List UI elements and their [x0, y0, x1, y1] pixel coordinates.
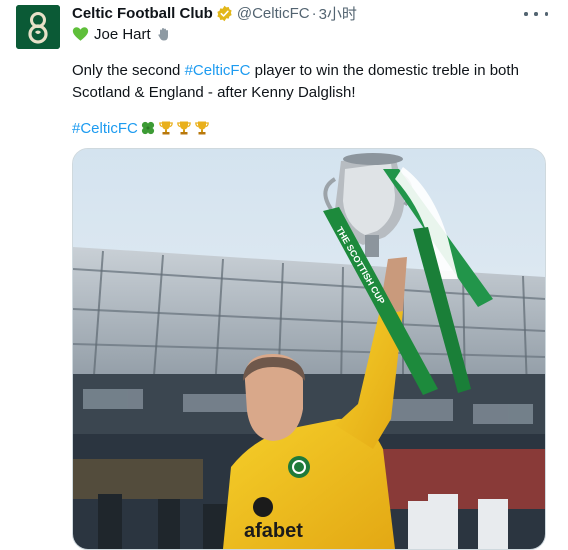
- body-line1-rest: player to win the domestic treble in bot…: [250, 62, 519, 79]
- tweet-header: Celtic Football Club @CelticFC · 3小时: [72, 3, 357, 23]
- trophy-icon-2: [177, 121, 191, 135]
- four-leaf-clover-icon: [141, 121, 154, 135]
- separator-dot: ·: [311, 4, 317, 22]
- sponsor-text: afabet: [244, 520, 303, 542]
- tweet-body: Only the second #CelticFC player to win …: [72, 60, 542, 104]
- hashtag-link-2[interactable]: #CelticFC: [72, 120, 138, 137]
- trophy-icon-1: [159, 121, 173, 135]
- body-prefix: Only the second: [72, 62, 185, 79]
- hashtag-link[interactable]: #CelticFC: [185, 62, 251, 79]
- tweet-card[interactable]: Celtic Football Club @CelticFC · 3小时 Joe…: [0, 0, 568, 550]
- tweet-photo[interactable]: afabet THE SCOTTISH CUP: [72, 148, 546, 550]
- more-icon[interactable]: [524, 6, 548, 22]
- trophy-icon-3: [195, 121, 209, 135]
- verified-badge-icon: [217, 5, 232, 21]
- green-heart-icon: [72, 27, 89, 41]
- subline-text: Joe Hart: [94, 25, 151, 43]
- body-line2: Scotland & England - after Kenny Dalglis…: [72, 84, 356, 101]
- tag-line: #CelticFC: [72, 117, 210, 139]
- celtic-crest-icon: [16, 5, 60, 49]
- photo-illustration: afabet THE SCOTTISH CUP: [73, 149, 545, 549]
- waving-hand-icon: [158, 28, 168, 41]
- author-name[interactable]: Celtic Football Club: [72, 5, 213, 22]
- timestamp[interactable]: 3小时: [319, 3, 357, 24]
- avatar[interactable]: [16, 5, 60, 49]
- tweet-subline: Joe Hart: [72, 24, 172, 44]
- author-handle[interactable]: @CelticFC: [237, 5, 310, 22]
